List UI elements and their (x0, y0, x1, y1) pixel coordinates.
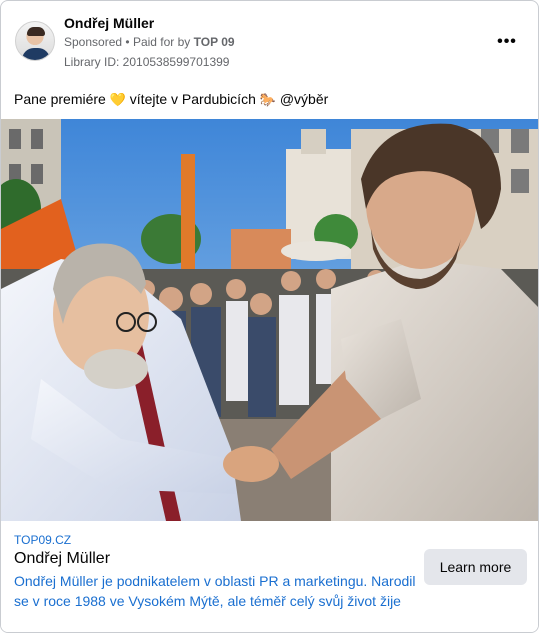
payer-name: TOP 09 (193, 35, 235, 49)
post-text-end: @výběr (279, 91, 329, 107)
post-header: Ondřej Müller Sponsored • Paid for by TO… (1, 1, 538, 81)
link-domain[interactable]: TOP09.CZ (14, 533, 71, 547)
library-id: Library ID: 2010538599701399 (64, 55, 230, 69)
link-description[interactable]: Ondřej Müller je podnikatelem v oblasti … (14, 571, 419, 611)
link-title[interactable]: Ondřej Müller (14, 550, 110, 568)
page-name[interactable]: Ondřej Müller (64, 15, 154, 31)
learn-more-button[interactable]: Learn more (424, 549, 527, 585)
avatar[interactable] (15, 21, 55, 61)
link-preview[interactable]: TOP09.CZ Ondřej Müller Ondřej Müller je … (1, 521, 538, 632)
horse-emoji: 🐎 (259, 93, 276, 108)
sponsored-line: Sponsored • Paid for by TOP 09 (64, 35, 235, 49)
sponsored-label[interactable]: Sponsored (64, 35, 122, 49)
ad-card: Ondřej Müller Sponsored • Paid for by TO… (0, 0, 539, 633)
ad-image[interactable] (1, 119, 538, 521)
more-options-button[interactable]: ••• (494, 29, 520, 55)
yellow-heart-emoji: 💛 (109, 93, 126, 108)
post-text: Pane premiére 💛 vítejte v Pardubicích 🐎 … (14, 91, 328, 108)
paid-for-by-label: Paid for by (132, 35, 191, 49)
post-text-start: Pane premiére (14, 91, 106, 107)
post-text-middle: vítejte v Pardubicích (129, 91, 256, 107)
more-horizontal-icon: ••• (497, 33, 517, 50)
separator: • (125, 35, 130, 49)
